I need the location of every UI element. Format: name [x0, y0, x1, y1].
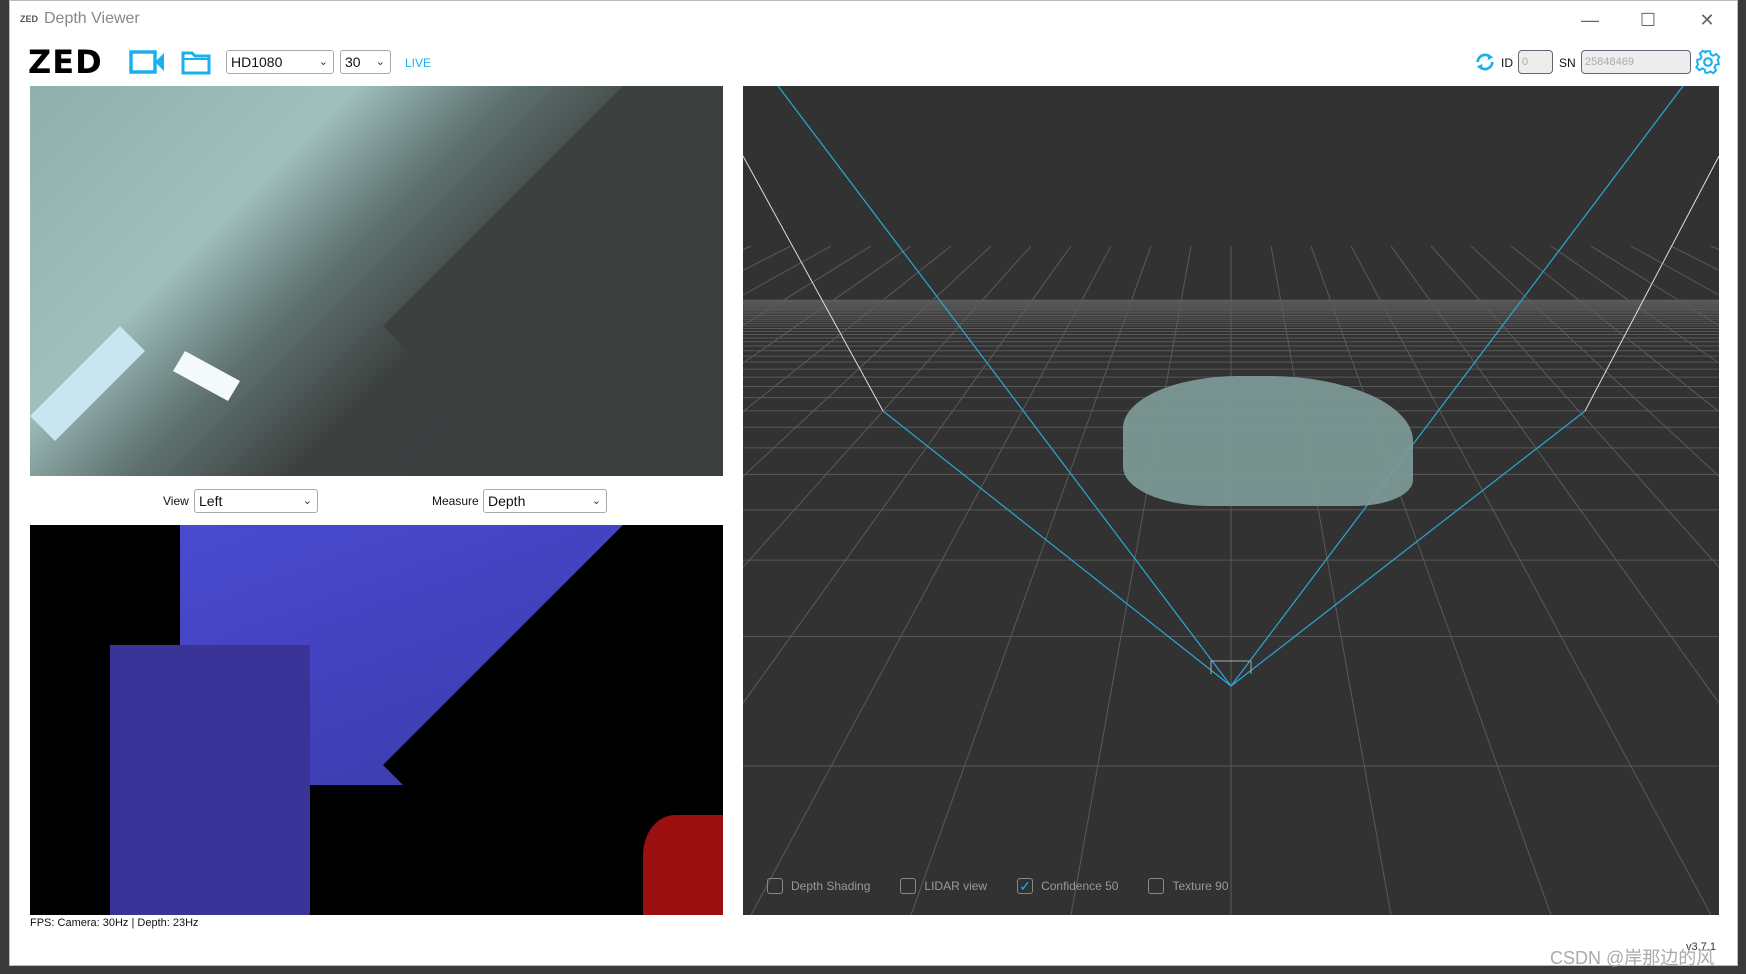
checkbox-box[interactable] [767, 878, 783, 894]
depth-viewer-window: ZED Depth Viewer — ☐ ✕ ZED HD1080 ⌄ 30 ⌄ L… [9, 0, 1738, 966]
zed-logo: ZED [28, 43, 103, 81]
texture-checkbox[interactable]: Texture 90 [1148, 878, 1229, 894]
measure-label: Measure [432, 494, 479, 508]
folder-icon[interactable] [181, 49, 211, 75]
checkbox-label: LIDAR view [924, 879, 988, 893]
fps-select[interactable]: 30 ⌄ [340, 50, 391, 74]
fps-value: 30 [345, 54, 361, 70]
point-cloud-3d-view[interactable]: Depth Shading LIDAR view ✓ Confidence 50 … [743, 86, 1719, 915]
maximize-button[interactable]: ☐ [1628, 7, 1668, 33]
watermark: CSDN @岸那边的风 [1550, 948, 1715, 968]
depth-map-image [30, 525, 723, 915]
view-value: Left [199, 493, 223, 509]
id-label: ID [1501, 56, 1513, 70]
dark-panel-shape [383, 86, 723, 476]
sn-field[interactable]: 25848469 [1581, 50, 1691, 74]
resolution-value: HD1080 [231, 54, 283, 70]
check-icon[interactable]: ✓ [1017, 878, 1034, 894]
camera-icon[interactable] [129, 49, 165, 75]
refresh-icon[interactable] [1473, 51, 1497, 73]
measure-value: Depth [488, 493, 526, 509]
chevron-down-icon: ⌄ [375, 56, 385, 68]
resolution-select[interactable]: HD1080 ⌄ [226, 50, 334, 74]
live-indicator: LIVE [405, 56, 432, 70]
close-button[interactable]: ✕ [1687, 7, 1727, 33]
id-field[interactable]: 0 [1518, 50, 1553, 74]
view-select[interactable]: Left ⌄ [194, 489, 318, 513]
minimize-button[interactable]: — [1570, 7, 1610, 33]
app-icon: ZED [20, 14, 38, 24]
left-camera-image [30, 86, 723, 476]
gear-icon[interactable] [1695, 49, 1721, 75]
depth-region-near [110, 645, 310, 915]
checkbox-box[interactable] [1148, 878, 1165, 894]
view-options: Depth Shading LIDAR view ✓ Confidence 50 … [767, 878, 1229, 894]
window-title: Depth Viewer [44, 10, 140, 27]
sn-label: SN [1559, 56, 1576, 70]
checkbox-box[interactable] [900, 878, 917, 894]
depth-shading-checkbox[interactable]: Depth Shading [767, 878, 870, 894]
checkbox-label: Confidence 50 [1041, 879, 1119, 893]
view-label: View [163, 494, 189, 508]
chevron-down-icon: ⌄ [302, 495, 312, 507]
depth-region-close [643, 815, 723, 915]
point-cloud [1123, 376, 1413, 506]
measure-select[interactable]: Depth ⌄ [483, 489, 607, 513]
fps-status: FPS: Camera: 30Hz | Depth: 23Hz [30, 917, 199, 929]
checkbox-label: Depth Shading [791, 879, 871, 893]
lidar-view-checkbox[interactable]: LIDAR view [900, 878, 987, 894]
checkbox-label: Texture 90 [1172, 879, 1229, 893]
chevron-down-icon: ⌄ [318, 56, 328, 68]
confidence-checkbox[interactable]: ✓ Confidence 50 [1017, 878, 1118, 894]
chevron-down-icon: ⌄ [591, 495, 601, 507]
